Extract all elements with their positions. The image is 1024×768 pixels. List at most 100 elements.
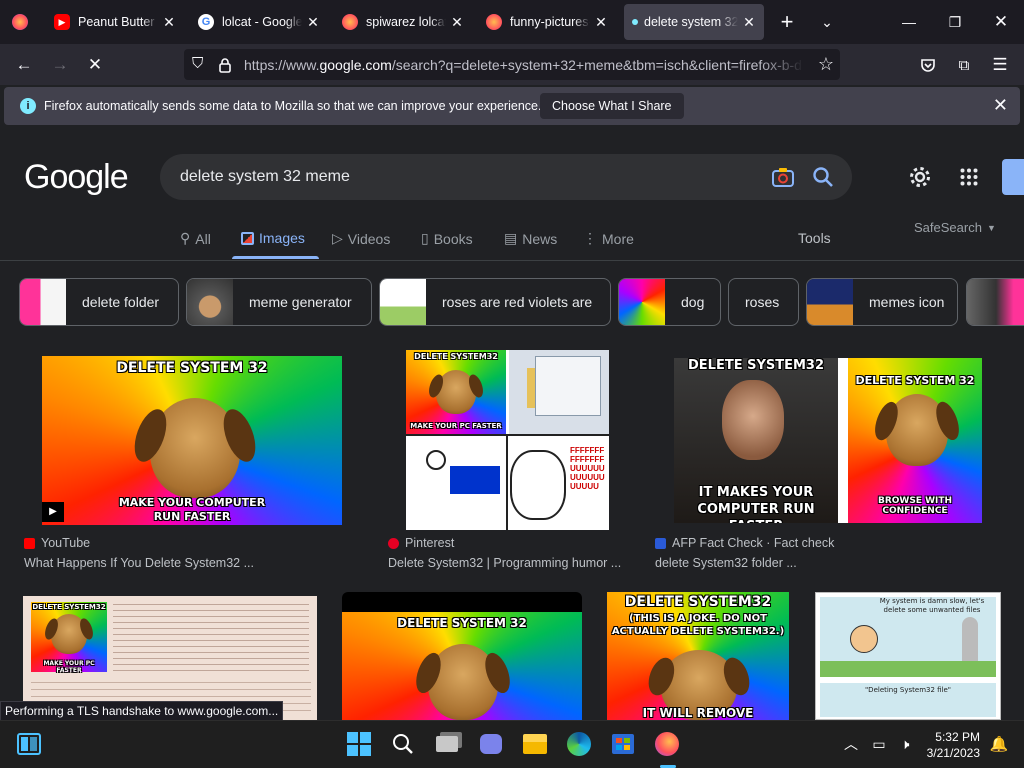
tab-more[interactable]: ⋮ More xyxy=(583,230,634,247)
menu-button[interactable]: ☰ xyxy=(987,52,1013,78)
close-tab-icon[interactable]: ✕ xyxy=(306,14,320,31)
result-image-youtube[interactable]: DELETE SYSTEM 32 MAKE YOUR COMPUTER RUN … xyxy=(42,356,342,525)
edge-icon xyxy=(567,732,591,756)
chip-delete-folder[interactable]: delete folder xyxy=(19,278,179,326)
search-small-icon: ⚲ xyxy=(180,230,191,246)
store-button[interactable] xyxy=(610,731,636,757)
result-caption[interactable]: What Happens If You Delete System32 ... xyxy=(24,556,254,570)
forum-post-text xyxy=(113,604,309,674)
task-view-button[interactable] xyxy=(434,731,460,757)
tools-button[interactable]: Tools xyxy=(798,230,831,246)
tab-peanut-butter[interactable]: ▶ Peanut Butter Jelly Time ✕ xyxy=(46,4,184,40)
back-button[interactable]: ← xyxy=(11,52,37,78)
chip-roses-are-red[interactable]: roses are red violets are xyxy=(379,278,611,326)
firefox-icon xyxy=(655,732,679,756)
stop-button[interactable]: ✕ xyxy=(82,52,108,78)
result-source[interactable]: Pinterest xyxy=(388,536,454,550)
tab-spiwarez[interactable]: spiwarez lolcat a ✕ xyxy=(334,4,472,40)
bookmark-star-icon[interactable]: ☆ xyxy=(818,54,834,75)
file-explorer-button[interactable] xyxy=(522,731,548,757)
restore-button[interactable]: ❐ xyxy=(932,0,978,44)
search-box[interactable]: delete system 32 meme xyxy=(160,154,852,200)
pocket-button[interactable] xyxy=(915,52,941,78)
tab-news[interactable]: ▤ News xyxy=(504,230,557,247)
comic-speech-text: My system is damn slow, let's delete som… xyxy=(879,597,985,614)
clock[interactable]: 5:32 PM 3/21/2023 xyxy=(927,729,980,761)
result-image-comic[interactable]: My system is damn slow, let's delete som… xyxy=(815,592,1001,720)
forward-button[interactable]: → xyxy=(47,52,73,78)
firefox-taskbar-button[interactable] xyxy=(654,731,680,757)
chat-button[interactable] xyxy=(478,731,504,757)
tab-delete-system32[interactable]: delete system 32 ✕ xyxy=(624,4,764,40)
chip-dog[interactable]: dog xyxy=(618,278,721,326)
list-all-tabs-button[interactable]: ⌄ xyxy=(804,0,850,44)
tab-videos[interactable]: ▷ Videos xyxy=(332,230,390,247)
firefox-icon xyxy=(12,14,28,30)
chip-thumbnail xyxy=(380,279,426,325)
sign-in-button[interactable] xyxy=(1002,159,1024,195)
result-caption[interactable]: delete System32 folder ... xyxy=(655,556,797,570)
close-tab-icon[interactable]: ✕ xyxy=(450,14,464,31)
result-image-afp[interactable]: DELETE SYSTEM32 IT MAKES YOUR COMPUTER R… xyxy=(674,358,982,523)
tab-funny-pictures[interactable]: funny-pictures-c ✕ xyxy=(478,4,616,40)
tab-all[interactable]: ⚲ All xyxy=(180,230,211,247)
result-image-pinterest[interactable]: DELETE SYSTEM32 MAKE YOUR PC FASTER FFFF… xyxy=(406,350,609,530)
search-icon[interactable] xyxy=(812,166,834,188)
apps-grid-icon[interactable] xyxy=(960,168,978,186)
chip-roses[interactable]: roses xyxy=(728,278,799,326)
choose-what-i-share-button[interactable]: Choose What I Share xyxy=(540,93,684,119)
widgets-button[interactable] xyxy=(16,731,42,757)
tab-images[interactable]: Images xyxy=(241,230,305,246)
close-tab-icon[interactable]: ✕ xyxy=(594,14,608,31)
extensions-button[interactable]: ⧉ xyxy=(951,52,977,78)
tab-label: All xyxy=(195,230,211,247)
firefox-view-button[interactable] xyxy=(6,4,36,40)
search-icon xyxy=(393,734,413,754)
safesearch-button[interactable]: SafeSearch ▼ xyxy=(914,220,996,235)
tab-lolcat-google[interactable]: G lolcat - Google Search ✕ xyxy=(190,4,328,40)
google-logo[interactable]: Google xyxy=(24,158,129,197)
minimize-button[interactable]: — xyxy=(886,0,932,44)
tab-books[interactable]: ▯ Books xyxy=(421,230,473,247)
advice-dog-image xyxy=(51,614,87,654)
tab-title: delete system 32 xyxy=(644,15,738,29)
volume-button[interactable]: 🕨 xyxy=(892,731,918,757)
show-hidden-icons-button[interactable]: ︿ xyxy=(838,731,864,757)
google-images-page: Google delete system 32 meme ⚲ All Images… xyxy=(0,128,1024,720)
search-button[interactable] xyxy=(390,731,416,757)
book-icon: ▯ xyxy=(421,230,429,246)
chip-next[interactable] xyxy=(966,278,1024,326)
network-button[interactable]: ▭ xyxy=(866,731,892,757)
chip-label: roses are red violets are xyxy=(442,294,593,310)
active-tab-underline xyxy=(232,256,319,259)
close-tab-icon[interactable]: ✕ xyxy=(742,14,756,31)
settings-gear-icon[interactable] xyxy=(908,165,932,189)
advice-dog-image xyxy=(150,398,240,498)
shield-icon[interactable]: ⛉ xyxy=(192,55,203,72)
meme-bottom-text: IT MAKES YOUR COMPUTER RUN FASTER xyxy=(697,485,815,523)
result-caption[interactable]: Delete System32 | Programming humor ... xyxy=(388,556,621,570)
loading-dot-icon xyxy=(632,19,638,25)
rage-text: FFFFFFFFFFFFFFUUUUUUUUUUUUUUUUU xyxy=(570,446,605,491)
result-image-meme[interactable]: DELETE SYSTEM 32 xyxy=(342,592,582,720)
url-bar[interactable]: ⛉ https://www.google.com/search?q=delete… xyxy=(184,49,840,80)
face-photo xyxy=(722,380,784,460)
result-image-joke[interactable]: DELETE SYSTEM32 (THIS IS A JOKE. DO NOT … xyxy=(607,592,789,720)
result-source[interactable]: YouTube xyxy=(24,536,90,550)
start-button[interactable] xyxy=(346,731,372,757)
meme-bottom-text: IT WILL REMOVE xyxy=(642,706,754,720)
close-window-button[interactable]: ✕ xyxy=(978,0,1024,44)
lock-icon[interactable] xyxy=(218,57,232,73)
search-input[interactable]: delete system 32 meme xyxy=(180,168,350,186)
puzzle-icon: ⧉ xyxy=(958,56,970,74)
close-notification-icon[interactable]: ✕ xyxy=(993,95,1008,116)
safesearch-label: SafeSearch xyxy=(914,220,982,235)
edge-button[interactable] xyxy=(566,731,592,757)
result-source[interactable]: AFP Fact Check · Fact check xyxy=(655,536,834,550)
notifications-button[interactable]: 🔔 xyxy=(986,731,1012,757)
chip-memes-icon[interactable]: memes icon xyxy=(806,278,958,326)
close-tab-icon[interactable]: ✕ xyxy=(162,14,176,31)
url-text[interactable]: https://www.google.com/search?q=delete+s… xyxy=(244,57,804,73)
chip-meme-generator[interactable]: meme generator xyxy=(186,278,372,326)
camera-icon[interactable] xyxy=(772,167,794,187)
